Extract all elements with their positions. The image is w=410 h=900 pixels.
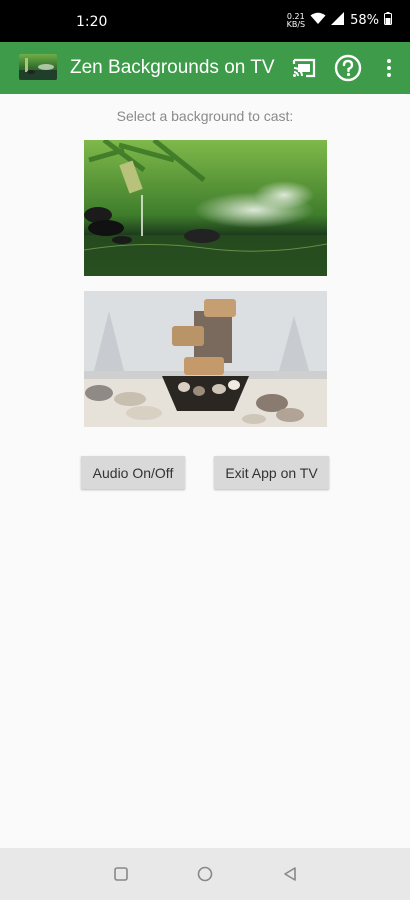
select-prompt: Select a background to cast: xyxy=(116,108,294,124)
status-icons: 0.21 KB/S 58% xyxy=(287,12,392,29)
recents-square-icon[interactable] xyxy=(110,863,132,885)
exit-app-on-tv-button[interactable]: Exit App on TV xyxy=(214,456,329,489)
system-nav-bar xyxy=(0,848,410,900)
wifi-icon xyxy=(310,12,326,29)
home-circle-icon[interactable] xyxy=(194,863,216,885)
status-time: 1:20 xyxy=(76,14,108,30)
app-title: Zen Backgrounds on TV xyxy=(70,57,275,78)
status-bar: 1:20 0.21 KB/S 58% xyxy=(0,0,410,42)
help-icon[interactable] xyxy=(334,54,362,82)
app-bar: Zen Backgrounds on TV xyxy=(0,42,410,94)
network-speed-unit: KB/S xyxy=(286,19,306,29)
back-triangle-icon[interactable] xyxy=(279,863,301,885)
battery-icon xyxy=(384,12,392,29)
battery-percent: 58% xyxy=(350,13,379,28)
app-logo xyxy=(19,54,57,80)
signal-icon xyxy=(331,12,345,29)
background-option-bamboo[interactable] xyxy=(84,140,327,276)
more-vert-icon[interactable] xyxy=(375,54,403,82)
network-speed: 0.21 KB/S xyxy=(286,12,306,29)
background-option-fountain[interactable] xyxy=(84,291,327,427)
audio-toggle-button[interactable]: Audio On/Off xyxy=(81,456,185,489)
cast-icon[interactable] xyxy=(290,54,318,82)
